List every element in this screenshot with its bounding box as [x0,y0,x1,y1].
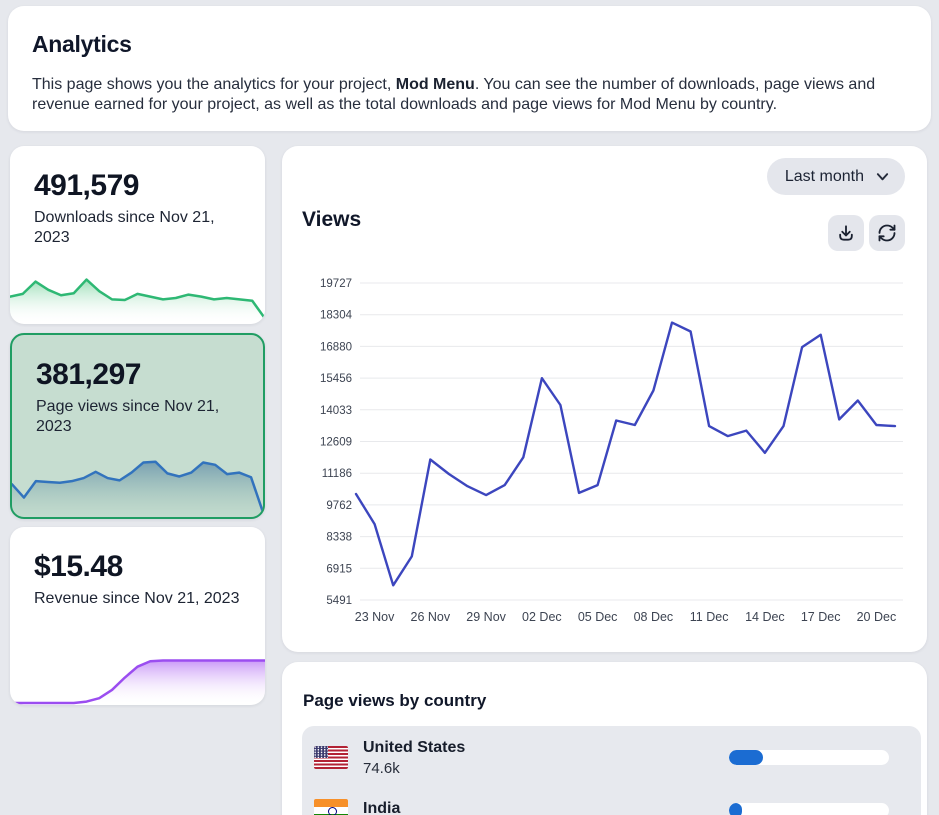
country-progress-fill [729,803,742,815]
download-csv-button[interactable] [828,215,864,251]
svg-text:26 Nov: 26 Nov [411,610,451,624]
us-flag-icon [314,746,348,769]
svg-text:08 Dec: 08 Dec [634,610,674,624]
chart-title: Views [302,208,361,232]
svg-text:29 Nov: 29 Nov [466,610,506,624]
country-progress-bar [729,803,889,815]
svg-text:9762: 9762 [326,500,352,512]
downloads-sparkline-chart [10,252,265,324]
page-views-label: Page views since Nov 21, 2023 [36,397,239,436]
svg-text:8338: 8338 [326,532,352,544]
chart-actions [828,215,905,251]
svg-text:11 Dec: 11 Dec [690,610,729,624]
country-row-india: India [302,784,921,815]
views-chart-panel: Last month Views 19727 18304 16880 15456 140… [282,146,927,652]
svg-text:17 Dec: 17 Dec [801,610,841,624]
revenue-stat-card[interactable]: $15.48 Revenue since Nov 21, 2023 [10,527,265,705]
svg-text:14033: 14033 [320,405,352,417]
project-name: Mod Menu [396,76,475,93]
page-views-stat-card[interactable]: 381,297 Page views since Nov 21, 2023 [10,333,265,519]
svg-text:14 Dec: 14 Dec [745,610,785,624]
description-prefix: This page shows you the analytics for yo… [32,76,396,93]
india-flag-icon [314,799,348,815]
svg-text:6915: 6915 [326,563,352,575]
country-panel: Page views by country United States 74.6… [282,662,927,815]
country-progress-bar [729,750,889,765]
svg-text:16880: 16880 [320,341,352,353]
svg-text:15456: 15456 [320,373,352,385]
country-progress-fill [729,750,763,765]
svg-text:02 Dec: 02 Dec [522,610,562,624]
header-card: Analytics This page shows you the analyt… [8,6,931,131]
page-title: Analytics [32,31,907,58]
country-panel-title: Page views by country [303,691,486,711]
svg-text:19727: 19727 [320,278,352,290]
downloads-label: Downloads since Nov 21, 2023 [34,208,241,247]
page-description: This page shows you the analytics for yo… [32,75,907,114]
svg-text:23 Nov: 23 Nov [355,610,395,624]
chevron-down-icon [875,169,890,184]
svg-text:5491: 5491 [326,595,352,607]
svg-text:18304: 18304 [320,310,353,322]
refresh-icon [877,223,897,243]
svg-text:20 Dec: 20 Dec [857,610,897,624]
svg-text:05 Dec: 05 Dec [578,610,618,624]
date-range-label: Last month [785,168,864,186]
country-row-united-states: United States 74.6k [302,731,921,784]
revenue-label: Revenue since Nov 21, 2023 [34,589,241,609]
analytics-page: Analytics This page shows you the analyt… [0,0,939,815]
country-list: United States 74.6k India [302,726,921,815]
svg-text:11186: 11186 [322,468,352,480]
revenue-amount: $15.48 [34,550,241,584]
country-page-views: 74.6k [363,760,465,777]
date-range-selector[interactable]: Last month [767,158,905,195]
downloads-stat-card[interactable]: 491,579 Downloads since Nov 21, 2023 [10,146,265,324]
country-name: India [363,800,400,815]
country-name: United States [363,739,465,757]
page-views-sparkline-chart [12,435,263,517]
revenue-sparkline-chart [10,633,265,705]
refresh-button[interactable] [869,215,905,251]
downloads-count: 491,579 [34,169,241,203]
page-views-count: 381,297 [36,358,239,392]
svg-text:12609: 12609 [320,437,352,449]
views-line-chart[interactable]: 19727 18304 16880 15456 14033 12609 11186 9762 8… [302,268,903,628]
download-icon [836,223,856,243]
